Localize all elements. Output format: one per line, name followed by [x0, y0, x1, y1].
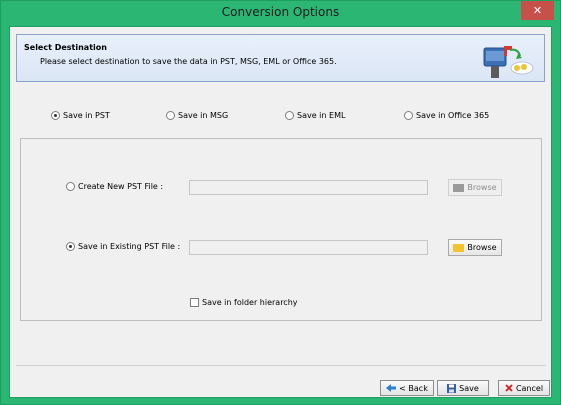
folder-hierarchy-option[interactable]: Save in folder hierarchy — [190, 298, 298, 307]
button-label: Cancel — [515, 383, 544, 393]
button-label: Browse — [467, 183, 497, 192]
panel-title: Select Destination — [24, 43, 107, 52]
radio-indicator[interactable] — [404, 111, 413, 120]
radio-indicator[interactable] — [66, 242, 75, 251]
folder-icon — [453, 183, 465, 192]
select-destination-panel: Select Destination Please select destina… — [16, 34, 545, 82]
radio-indicator[interactable] — [66, 182, 75, 191]
new-pst-path-input[interactable] — [189, 180, 428, 195]
cancel-button[interactable]: Cancel — [498, 380, 550, 396]
existing-pst-path-input[interactable] — [189, 240, 428, 255]
panel-description: Please select destination to save the da… — [40, 57, 337, 66]
radio-label: Save in EML — [297, 111, 346, 120]
browse-new-pst-button[interactable]: Browse — [448, 179, 502, 196]
close-icon: ✕ — [532, 4, 543, 17]
radio-indicator[interactable] — [285, 111, 294, 120]
back-button[interactable]: < Back — [380, 380, 434, 396]
radio-indicator[interactable] — [51, 111, 60, 120]
mailbox-cloud-icon — [483, 46, 534, 78]
radio-save-in-office365[interactable]: Save in Office 365 — [404, 111, 489, 120]
destination-radio-group: Save in PST Save in MSG Save in EML Save… — [10, 111, 553, 125]
radio-label: Save in PST — [63, 111, 110, 120]
radio-create-new-pst[interactable]: Create New PST File : — [66, 182, 163, 191]
floppy-disk-icon — [447, 383, 457, 393]
title-bar[interactable]: Conversion Options ✕ — [1, 1, 560, 25]
radio-save-in-eml[interactable]: Save in EML — [285, 111, 345, 120]
radio-label: Save in Existing PST File : — [78, 242, 181, 251]
back-arrow-icon — [386, 384, 397, 392]
cancel-x-icon — [505, 384, 513, 392]
save-button[interactable]: Save — [437, 380, 489, 396]
button-label: < Back — [399, 383, 428, 393]
close-button[interactable]: ✕ — [521, 1, 554, 20]
conversion-options-window: Conversion Options ✕ Select Destination … — [0, 0, 561, 405]
checkbox-label: Save in folder hierarchy — [202, 298, 298, 307]
radio-save-in-msg[interactable]: Save in MSG — [166, 111, 228, 120]
browse-existing-pst-button[interactable]: Browse — [448, 239, 502, 256]
folder-hierarchy-checkbox[interactable] — [190, 298, 199, 307]
radio-label: Save in Office 365 — [416, 111, 490, 120]
radio-label: Save in MSG — [178, 111, 229, 120]
pst-options-group: Create New PST File : Browse Save in Exi… — [20, 138, 542, 321]
footer-separator — [16, 365, 546, 366]
button-label: Save — [459, 383, 479, 393]
radio-existing-pst[interactable]: Save in Existing PST File : — [66, 242, 180, 251]
radio-label: Create New PST File : — [78, 182, 164, 191]
folder-icon — [453, 243, 465, 252]
radio-save-in-pst[interactable]: Save in PST — [51, 111, 110, 120]
button-label: Browse — [467, 243, 497, 252]
dialog-client-area: Select Destination Please select destina… — [9, 26, 552, 398]
window-title: Conversion Options — [221, 5, 340, 19]
radio-indicator[interactable] — [166, 111, 175, 120]
